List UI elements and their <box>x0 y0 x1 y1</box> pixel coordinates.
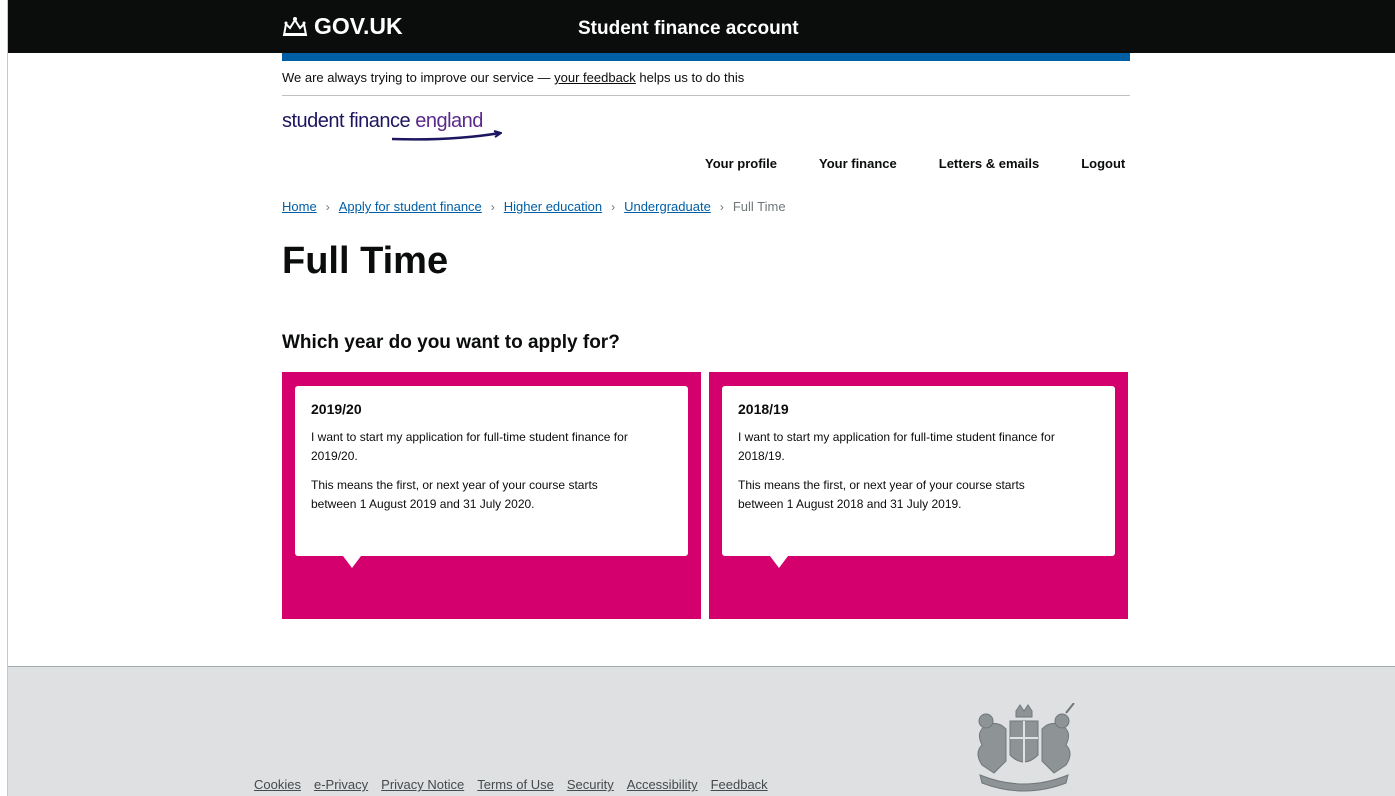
breadcrumb-apply[interactable]: Apply for student finance <box>339 199 482 214</box>
royal-coat-of-arms-icon <box>977 703 1075 792</box>
footer-link-eprivacy[interactable]: e-Privacy <box>314 777 368 792</box>
footer-link-terms[interactable]: Terms of Use <box>477 777 554 792</box>
sfe-logo-text-1: student finance <box>282 110 416 132</box>
chevron-right-icon: › <box>490 199 495 214</box>
chevron-right-icon: › <box>611 199 616 214</box>
sfe-logo[interactable]: student finance england <box>282 110 502 143</box>
footer: Cookies e-Privacy Privacy Notice Terms o… <box>0 666 1395 796</box>
option-detail: This means the first, or next year of yo… <box>311 478 598 511</box>
feedback-prefix: We are always trying to improve our serv… <box>282 70 555 85</box>
sfe-logo-text-2: england <box>415 110 483 132</box>
question-heading: Which year do you want to apply for? <box>282 332 620 353</box>
breadcrumb-undergraduate[interactable]: Undergraduate <box>624 199 711 214</box>
footer-link-security[interactable]: Security <box>567 777 614 792</box>
chevron-right-icon: › <box>325 199 330 214</box>
govuk-logo-link[interactable]: GOV.UK <box>282 13 403 40</box>
crown-icon <box>282 16 308 36</box>
account-nav: Your profile Your finance Letters & emai… <box>705 156 1125 171</box>
nav-logout[interactable]: Logout <box>1081 156 1125 171</box>
option-card-2018-19[interactable]: 2018/19 I want to start my application f… <box>709 372 1128 619</box>
option-card-panel: 2019/20 I want to start my application f… <box>295 386 688 568</box>
option-detail: This means the first, or next year of yo… <box>738 478 1025 511</box>
feedback-link[interactable]: your feedback <box>554 70 636 85</box>
footer-link-accessibility[interactable]: Accessibility <box>627 777 698 792</box>
page-title: Full Time <box>282 240 449 282</box>
feedback-banner: We are always trying to improve our serv… <box>282 70 1130 96</box>
breadcrumb: Home › Apply for student finance › Highe… <box>282 199 786 214</box>
window-edge <box>0 0 8 796</box>
logo-text: GOV.UK <box>314 13 403 39</box>
nav-your-profile[interactable]: Your profile <box>705 156 777 171</box>
chevron-right-icon: › <box>719 199 724 214</box>
breadcrumb-higher-education[interactable]: Higher education <box>504 199 602 214</box>
option-description: I want to start my application for full-… <box>311 430 628 463</box>
option-card-2019-20[interactable]: 2019/20 I want to start my application f… <box>282 372 701 619</box>
option-title: 2019/20 <box>311 401 362 417</box>
breadcrumb-home[interactable]: Home <box>282 199 317 214</box>
service-name[interactable]: Student finance account <box>578 18 799 40</box>
option-card-panel: 2018/19 I want to start my application f… <box>722 386 1115 568</box>
feedback-suffix: helps us to do this <box>635 70 745 85</box>
footer-link-privacy-notice[interactable]: Privacy Notice <box>381 777 464 792</box>
govuk-header: GOV.UK Student finance account <box>0 0 1395 53</box>
nav-your-finance[interactable]: Your finance <box>819 156 897 171</box>
option-title: 2018/19 <box>738 401 789 417</box>
footer-link-cookies[interactable]: Cookies <box>254 777 301 792</box>
footer-link-feedback[interactable]: Feedback <box>711 777 768 792</box>
nav-letters-emails[interactable]: Letters & emails <box>939 156 1039 171</box>
option-description: I want to start my application for full-… <box>738 430 1055 463</box>
header-accent-bar <box>282 53 1130 61</box>
footer-links: Cookies e-Privacy Privacy Notice Terms o… <box>254 777 768 792</box>
breadcrumb-current: Full Time <box>732 199 786 214</box>
